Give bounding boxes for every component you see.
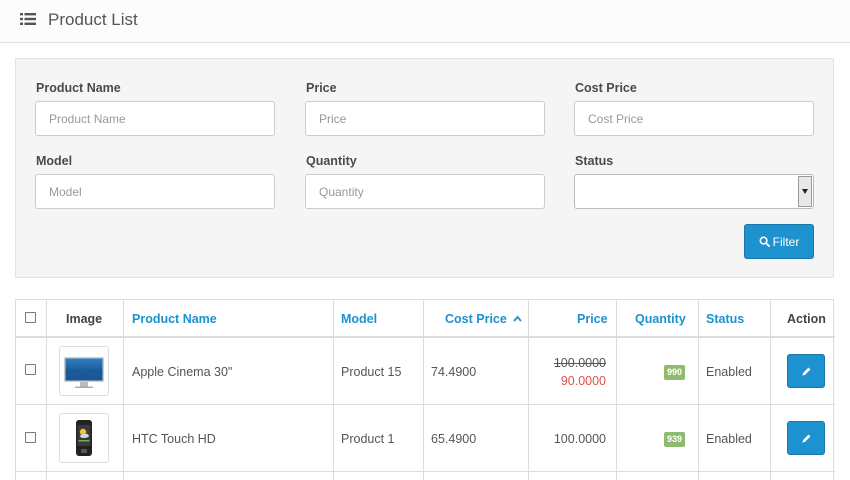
filter-button[interactable]: Filter: [744, 224, 814, 259]
edit-button[interactable]: [787, 354, 825, 388]
quantity-badge: 939: [664, 432, 686, 447]
filter-status-select[interactable]: [574, 174, 814, 209]
product-price: 100.0000: [553, 432, 606, 446]
row-checkbox[interactable]: [25, 364, 36, 375]
sort-ascending-icon: [513, 315, 523, 322]
page-header: Product List: [0, 0, 850, 43]
product-cost-price: 65.4900: [431, 432, 477, 446]
filter-button-label: Filter: [772, 234, 800, 249]
product-model: Product 1: [341, 432, 395, 446]
edit-button[interactable]: [787, 421, 825, 455]
product-table: Image Product Name Model Cost Price Pric…: [15, 299, 835, 480]
select-all-checkbox[interactable]: [25, 312, 36, 323]
pencil-icon: [801, 367, 810, 376]
filter-quantity-input[interactable]: [305, 174, 545, 209]
product-image[interactable]: [59, 346, 109, 396]
product-name: Apple Cinema 30": [132, 365, 233, 379]
column-header-model[interactable]: Model: [341, 312, 377, 326]
filter-model-input[interactable]: [35, 174, 275, 209]
filter-label-price: Price: [306, 81, 337, 95]
column-header-price[interactable]: Price: [577, 312, 608, 326]
product-model: Product 15: [341, 365, 402, 379]
column-header-action: Action: [787, 312, 826, 326]
product-status: Enabled: [706, 432, 752, 446]
filter-label-model: Model: [36, 154, 73, 168]
column-header-status[interactable]: Status: [706, 312, 744, 326]
row-checkbox[interactable]: [25, 432, 36, 443]
filter-label-cost-price: Cost Price: [575, 81, 637, 95]
quantity-badge: 990: [664, 365, 686, 380]
pencil-icon: [801, 434, 810, 443]
filter-label-quantity: Quantity: [306, 154, 357, 168]
cost-price-header-label: Cost Price: [445, 312, 507, 326]
product-cost-price: 74.4900: [431, 365, 477, 379]
list-icon: [20, 13, 36, 25]
filter-label-product-name: Product Name: [36, 81, 121, 95]
column-header-image: Image: [66, 312, 103, 326]
filter-label-status: Status: [575, 154, 614, 168]
product-name: HTC Touch HD: [132, 432, 216, 446]
column-header-quantity[interactable]: Quantity: [635, 312, 686, 326]
page-title: Product List: [48, 10, 138, 29]
column-header-product-name[interactable]: Product Name: [132, 312, 217, 326]
monitor-icon: [64, 357, 104, 388]
filter-product-name-input[interactable]: [35, 101, 275, 136]
search-icon: [759, 236, 770, 247]
product-status: Enabled: [706, 365, 752, 379]
phone-icon: [76, 420, 92, 456]
filter-price-input[interactable]: [305, 101, 545, 136]
product-price-special: 90.0000: [560, 374, 606, 388]
chevron-down-icon[interactable]: [798, 176, 812, 207]
column-header-cost-price[interactable]: Cost Price: [445, 312, 523, 326]
product-image[interactable]: [59, 413, 109, 463]
filter-cost-price-input[interactable]: [574, 101, 814, 136]
product-price-original: 100.0000: [553, 356, 606, 370]
filter-panel: Product Name Price Cost Price Model Quan…: [15, 58, 834, 278]
